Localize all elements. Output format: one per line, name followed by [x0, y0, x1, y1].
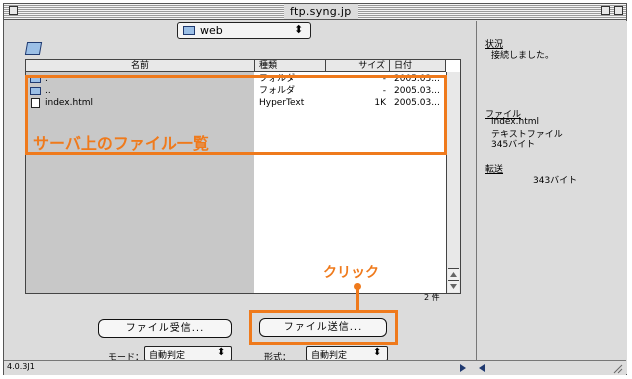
- arrow-down-icon: [450, 284, 457, 289]
- scroll-up-arrow[interactable]: [448, 268, 459, 280]
- send-file-button[interactable]: ファイル送信...: [259, 318, 387, 337]
- scroll-down-arrow[interactable]: [448, 280, 459, 292]
- pointer-line: [356, 288, 359, 310]
- ftp-window: ftp.syng.jp web ⬍ 名前 種類 サイズ 日付 . フォルダ - …: [3, 3, 627, 375]
- scroll-left-icon[interactable]: [478, 363, 486, 373]
- receive-file-button[interactable]: ファイル受信...: [98, 319, 232, 338]
- transfer-text: 343バイト: [533, 176, 578, 186]
- header-date[interactable]: 日付: [390, 60, 446, 72]
- status-panel: 状況 接続しました。 ファイル index.html テキストファイル 345バ…: [476, 21, 627, 374]
- zoom-box[interactable]: [601, 6, 610, 15]
- popup-arrows-icon: ⬍: [294, 23, 304, 36]
- mode-popup[interactable]: 自動判定 ⬍: [144, 346, 232, 361]
- file-name: index.html: [491, 117, 539, 127]
- vertical-scrollbar[interactable]: [446, 72, 460, 293]
- bottom-bar: 4.0.3J1: [4, 360, 626, 375]
- resize-grip-icon[interactable]: [611, 362, 623, 374]
- collapse-box[interactable]: [614, 6, 623, 15]
- close-box[interactable]: [9, 6, 18, 15]
- list-annotation: サーバ上のファイル一覧: [33, 134, 209, 153]
- file-size: 345バイト: [491, 140, 536, 150]
- header-name[interactable]: 名前: [26, 60, 255, 72]
- click-annotation: クリック: [323, 265, 379, 281]
- transfer-heading: 転送: [485, 165, 504, 175]
- header-size[interactable]: サイズ: [326, 60, 390, 72]
- scroll-right-icon[interactable]: [459, 363, 467, 373]
- status-text: 接続しました。: [491, 51, 555, 61]
- header-kind[interactable]: 種類: [255, 60, 326, 72]
- folder-name: web: [200, 24, 223, 37]
- item-count: 2 件: [424, 293, 440, 302]
- popup-arrows-icon: ⬍: [217, 347, 226, 358]
- version-label: 4.0.3J1: [7, 362, 35, 371]
- window-title: ftp.syng.jp: [284, 4, 358, 19]
- folder-popup[interactable]: web ⬍: [177, 22, 311, 39]
- arrow-up-icon: [450, 272, 457, 277]
- server-folder-icon: [24, 42, 43, 55]
- popup-arrows-icon: ⬍: [373, 347, 382, 358]
- format-popup[interactable]: 自動判定 ⬍: [306, 346, 388, 361]
- folder-icon: [183, 26, 195, 35]
- title-bar[interactable]: ftp.syng.jp: [4, 4, 626, 20]
